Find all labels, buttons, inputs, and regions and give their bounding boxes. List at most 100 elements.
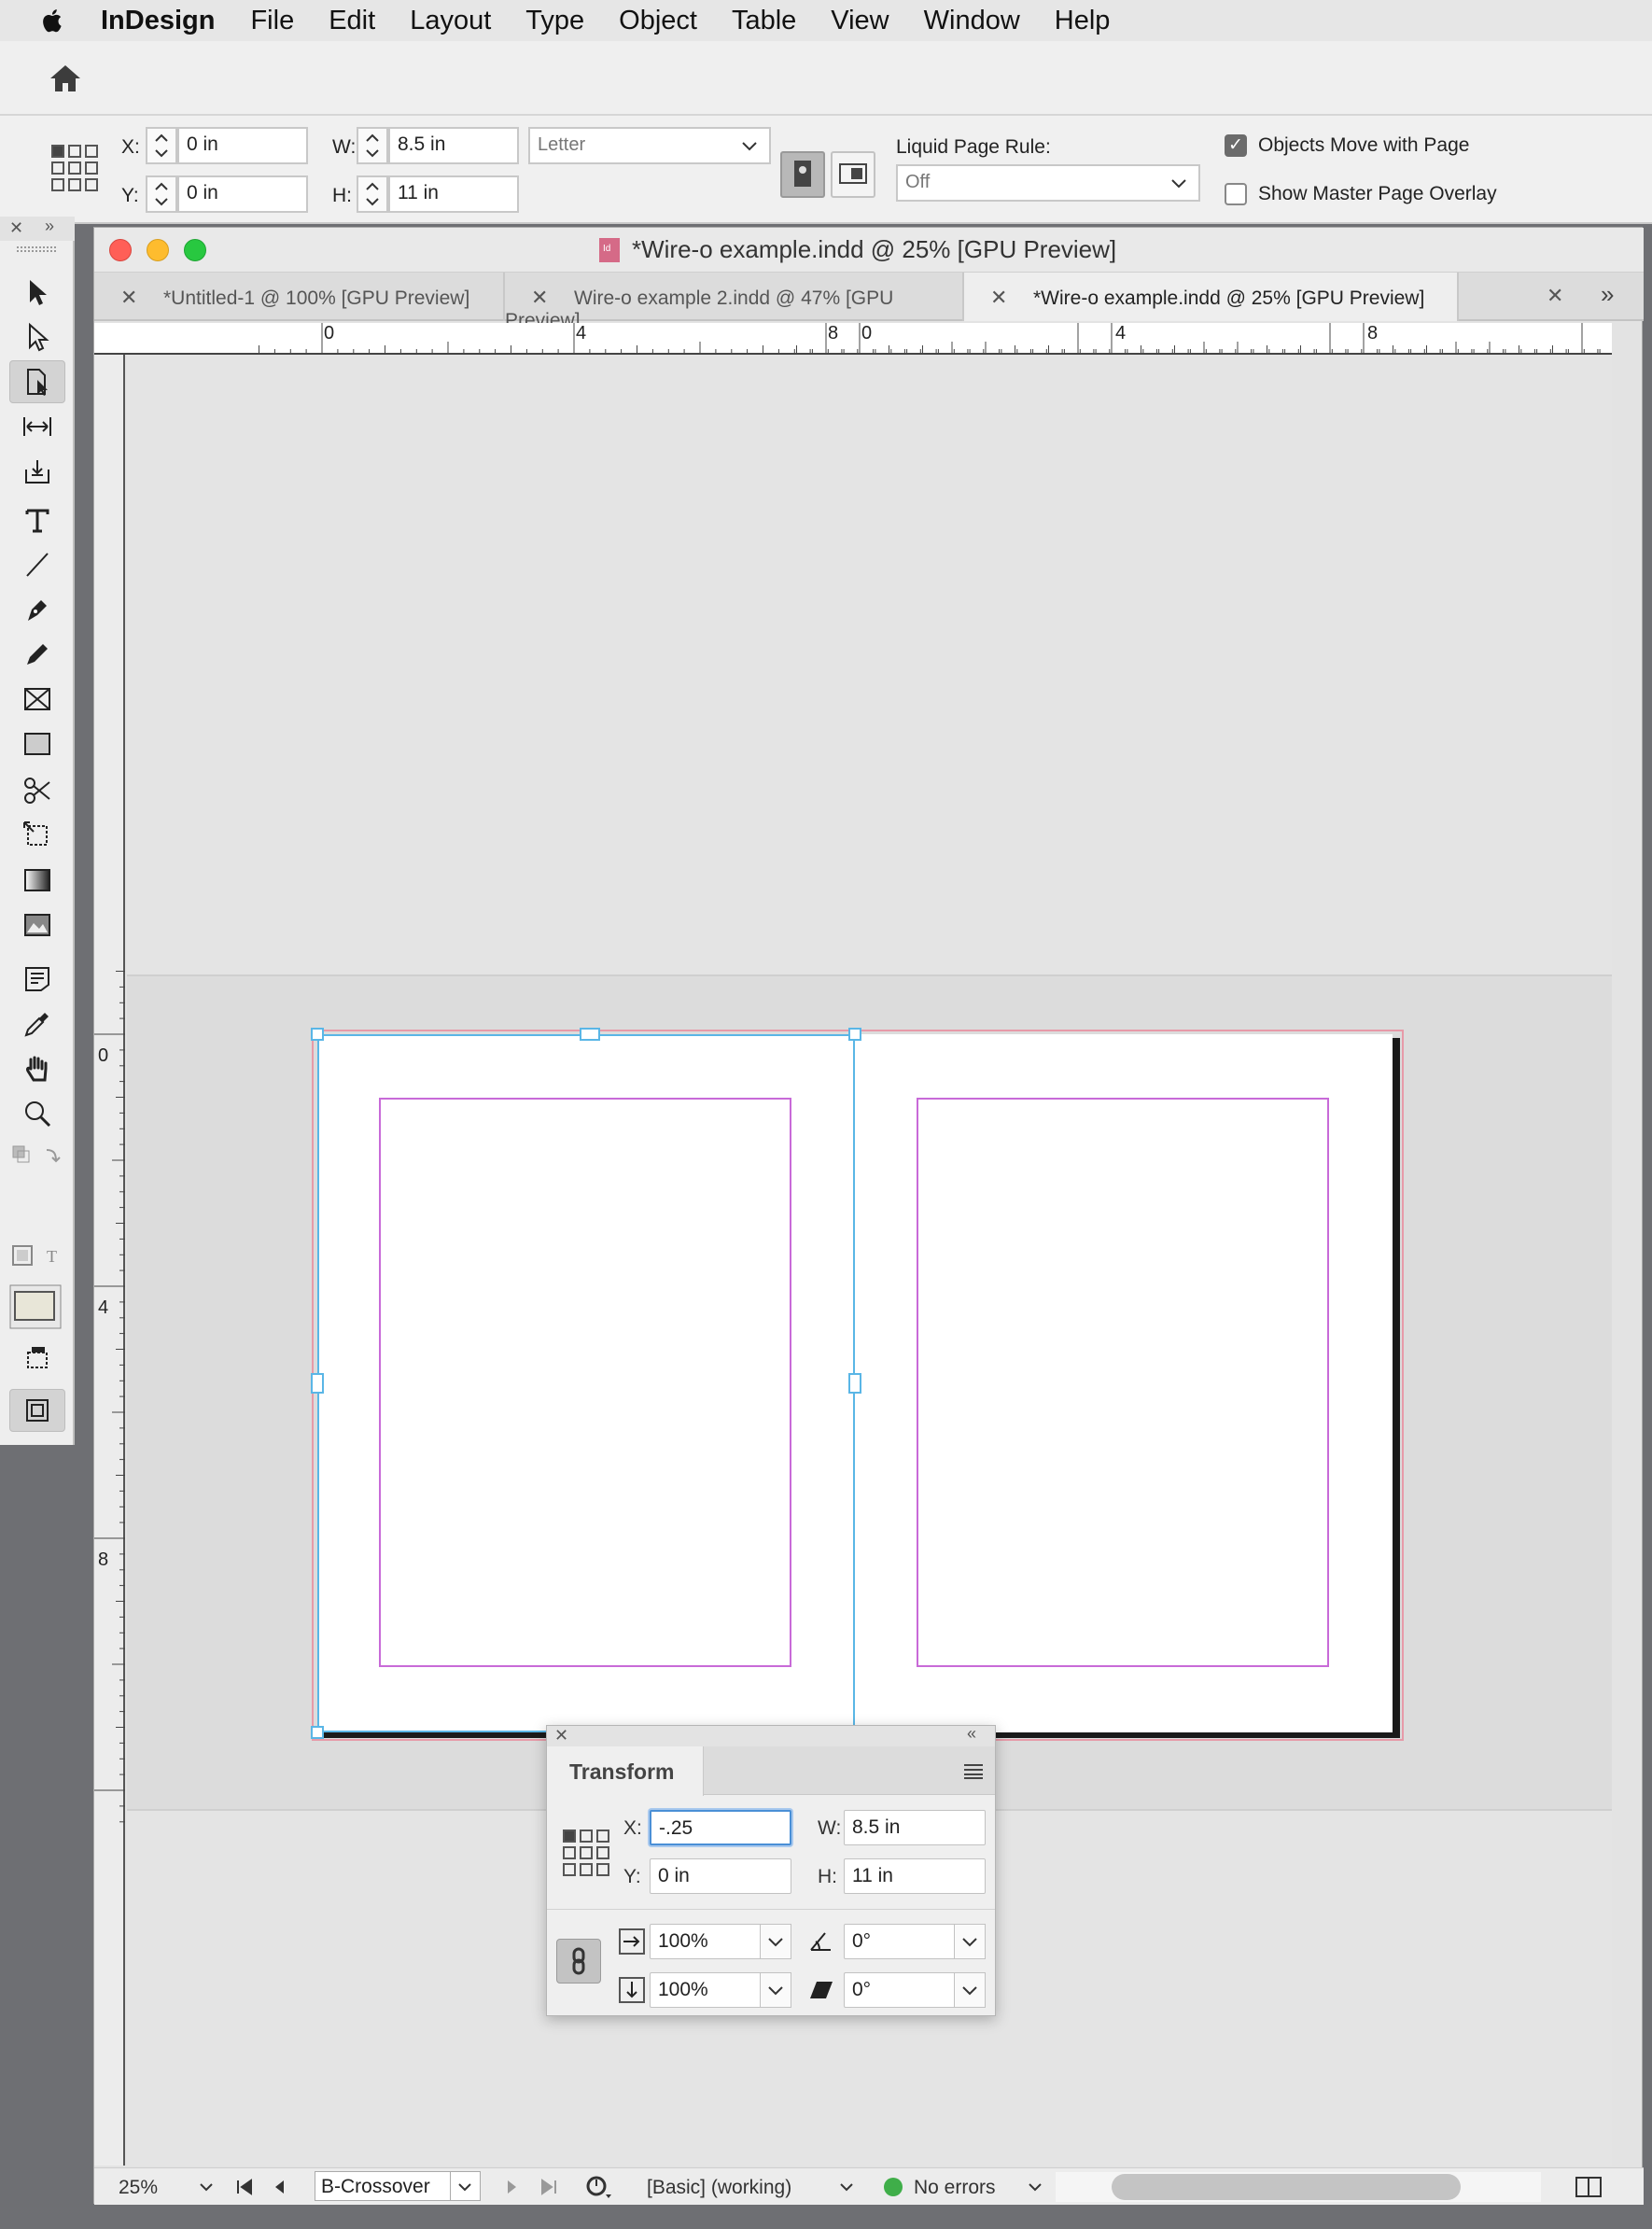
first-page-icon[interactable] — [234, 2178, 255, 2196]
direct-selection-tool[interactable] — [9, 315, 65, 358]
menu-layout[interactable]: Layout — [410, 6, 491, 36]
transform-w-field[interactable]: 8.5 in — [844, 1810, 986, 1845]
chevron-down-icon[interactable] — [455, 2178, 474, 2196]
menu-help[interactable]: Help — [1055, 6, 1111, 36]
split-window-icon[interactable] — [1575, 2176, 1603, 2198]
liquid-page-rule-dropdown[interactable]: Off — [896, 164, 1200, 202]
preflight-profile-icon[interactable] — [583, 2174, 613, 2200]
close-tab-icon[interactable]: ✕ — [990, 286, 1013, 310]
gradient-feather-tool[interactable] — [9, 904, 65, 946]
horizontal-scroll-thumb[interactable] — [1112, 2174, 1461, 2200]
transform-x-field[interactable]: -.25 — [650, 1810, 791, 1845]
selection-handle[interactable] — [311, 1373, 324, 1394]
scale-y-dropdown[interactable] — [760, 1972, 791, 2008]
previous-page-icon[interactable] — [272, 2178, 287, 2196]
rectangle-tool[interactable] — [9, 722, 65, 765]
landscape-orientation-button[interactable] — [831, 151, 875, 198]
rectangle-frame-tool[interactable] — [9, 678, 65, 721]
portrait-orientation-button[interactable] — [780, 151, 825, 198]
rotation-dropdown[interactable] — [954, 1924, 986, 1959]
grip-handle[interactable] — [17, 246, 56, 252]
apple-icon[interactable] — [39, 7, 67, 35]
constrain-proportions-button[interactable] — [556, 1939, 601, 1984]
expand-icon[interactable]: » — [45, 217, 54, 236]
shear-dropdown[interactable] — [954, 1972, 986, 2008]
tab-untitled-1[interactable]: ✕ *Untitled-1 @ 100% [GPU Preview] — [94, 273, 505, 321]
scale-x-dropdown[interactable] — [760, 1924, 791, 1959]
chevron-down-icon[interactable] — [1026, 2178, 1044, 2196]
chevron-down-icon[interactable] — [197, 2178, 216, 2196]
content-collector-tool[interactable] — [9, 450, 65, 493]
menu-object[interactable]: Object — [619, 6, 697, 36]
transform-y-field[interactable]: 0 in — [650, 1858, 791, 1894]
free-transform-tool[interactable] — [9, 814, 65, 857]
page-number-field[interactable]: B-Crossover — [315, 2171, 481, 2201]
horizontal-scrollbar[interactable] — [1056, 2172, 1541, 2202]
scale-x-field[interactable]: 100% — [650, 1924, 762, 1959]
x-field[interactable]: 0 in — [177, 127, 308, 164]
show-master-overlay-checkbox[interactable] — [1225, 183, 1247, 205]
h-stepper[interactable] — [357, 175, 388, 213]
w-stepper[interactable] — [357, 127, 388, 164]
menu-type[interactable]: Type — [525, 6, 584, 36]
next-page-icon[interactable] — [505, 2178, 520, 2196]
transform-tab[interactable]: Transform — [547, 1746, 704, 1796]
transform-panel-header[interactable]: ✕ « — [547, 1724, 995, 1746]
close-tab-icon[interactable]: ✕ — [1547, 284, 1563, 308]
more-tabs-icon[interactable]: » — [1601, 280, 1614, 309]
selection-handle[interactable] — [848, 1373, 861, 1394]
reference-point-icon[interactable] — [562, 1829, 610, 1877]
screen-mode-button[interactable] — [9, 1389, 65, 1432]
x-stepper[interactable] — [146, 127, 177, 164]
default-colors-swap[interactable] — [9, 1143, 67, 1167]
selection-handle[interactable] — [311, 1726, 324, 1739]
hand-tool[interactable] — [9, 1047, 65, 1090]
reference-point-icon[interactable] — [50, 144, 99, 192]
menu-window[interactable]: Window — [924, 6, 1020, 36]
tab-wire-o-example[interactable]: ✕ *Wire-o example.indd @ 25% [GPU Preview… — [964, 273, 1459, 321]
scale-y-field[interactable]: 100% — [650, 1972, 762, 2008]
close-icon[interactable]: ✕ — [554, 1726, 568, 1745]
selection-tool[interactable] — [9, 271, 65, 314]
panel-menu-icon[interactable] — [963, 1763, 984, 1780]
line-tool[interactable] — [9, 543, 65, 586]
shear-field[interactable]: 0° — [844, 1972, 956, 2008]
menu-table[interactable]: Table — [732, 6, 796, 36]
page-size-dropdown[interactable]: Letter — [528, 127, 771, 164]
y-field[interactable]: 0 in — [177, 175, 308, 213]
transform-h-field[interactable]: 11 in — [844, 1858, 986, 1894]
menu-view[interactable]: View — [831, 6, 889, 36]
gradient-swatch-tool[interactable] — [9, 859, 65, 902]
preflight-profile[interactable]: [Basic] (working) — [647, 2177, 791, 2199]
menu-file[interactable]: File — [250, 6, 294, 36]
selection-handle[interactable] — [848, 1028, 861, 1041]
note-tool[interactable] — [9, 958, 65, 1001]
zoom-level[interactable]: 25% — [119, 2177, 158, 2199]
last-page-icon[interactable] — [539, 2178, 559, 2196]
minimize-window-button[interactable] — [147, 239, 169, 261]
formatting-affects-toggle[interactable]: T — [9, 1243, 67, 1268]
type-tool[interactable] — [9, 498, 65, 541]
eyedropper-tool[interactable] — [9, 1002, 65, 1045]
chevron-down-icon[interactable] — [837, 2178, 856, 2196]
close-icon[interactable]: ✕ — [9, 218, 23, 238]
objects-move-checkbox[interactable]: ✓ — [1225, 134, 1247, 157]
gap-tool[interactable] — [9, 405, 65, 448]
close-tab-icon[interactable]: ✕ — [531, 286, 553, 310]
scissors-tool[interactable] — [9, 769, 65, 812]
h-field[interactable]: 11 in — [388, 175, 519, 213]
close-tab-icon[interactable]: ✕ — [120, 286, 143, 310]
tab-wire-o-example-2[interactable]: ✕ Wire-o example 2.indd @ 47% [GPU Previe… — [505, 273, 964, 331]
rotation-field[interactable]: 0° — [844, 1924, 956, 1959]
collapse-icon[interactable]: « — [967, 1724, 976, 1744]
spread[interactable] — [311, 1028, 1393, 1739]
selection-handle[interactable] — [311, 1028, 324, 1041]
menu-edit[interactable]: Edit — [329, 6, 375, 36]
y-stepper[interactable] — [146, 175, 177, 213]
menu-app-name[interactable]: InDesign — [101, 6, 215, 36]
selection-handle[interactable] — [580, 1028, 600, 1041]
home-icon[interactable] — [49, 63, 82, 93]
page-tool[interactable] — [9, 360, 65, 403]
zoom-window-button[interactable] — [184, 239, 206, 261]
view-mode-button[interactable] — [9, 1337, 65, 1380]
